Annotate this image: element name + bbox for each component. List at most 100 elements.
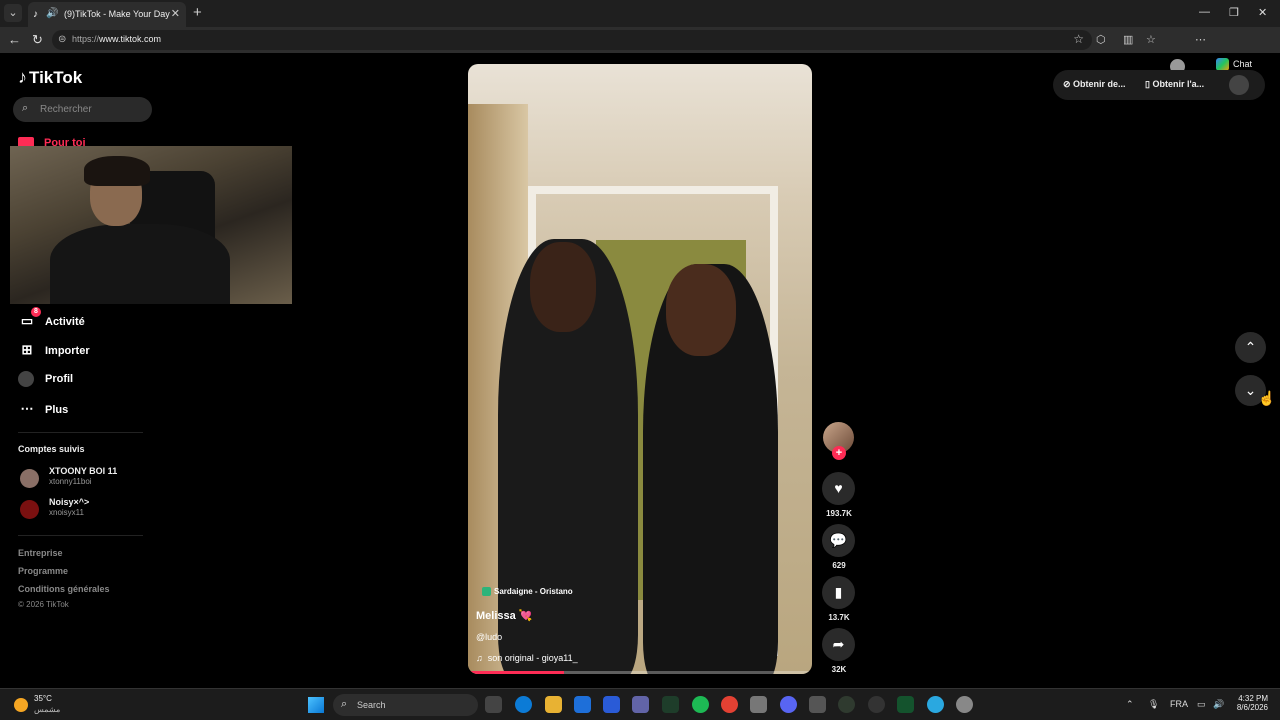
extensions-icon[interactable]: ⬡ (1096, 33, 1106, 46)
network-icon[interactable]: ▭ (1197, 699, 1206, 710)
close-tab-icon[interactable]: ✕ (171, 7, 180, 20)
microphone-icon[interactable]: 🎙 (1148, 699, 1159, 710)
video-sound[interactable]: ♫ son original - gioya11_ (476, 653, 578, 663)
split-screen-icon[interactable]: ▥ (1123, 33, 1133, 46)
bookmark-icon: ▮ (834, 584, 843, 600)
nvidia-icon[interactable] (662, 696, 679, 713)
search-icon: ⌕ (22, 102, 29, 114)
heart-icon: ♥ (834, 480, 843, 496)
windows-taskbar: 35°C مشمس ⌕ Search ⌃ 🎙 FRA ▭ 🔊 4:32 PM 8… (0, 688, 1280, 720)
chevron-down-icon: ⌄ (1244, 382, 1257, 398)
outlook-icon[interactable] (574, 696, 591, 713)
get-app-button[interactable]: ▯ Obtenir l'a... (1145, 79, 1204, 90)
tiktok-logo[interactable]: ♪ TikTok (18, 67, 82, 88)
minimize-button[interactable]: — (1199, 6, 1210, 18)
nav-more[interactable]: ⋯ Plus (18, 401, 69, 417)
nav-activity[interactable]: ▭ 8 Activité (18, 307, 85, 329)
taskbar-search-label: Search (357, 700, 386, 710)
save-button[interactable]: ▮ (822, 576, 855, 609)
video-person-1-head (530, 242, 596, 332)
telegram-icon[interactable] (927, 696, 944, 713)
webcam-overlay (10, 146, 292, 304)
chevron-up-icon: ⌃ (1244, 339, 1257, 355)
audio-playing-icon[interactable]: 🔊 (46, 8, 58, 19)
divider (18, 535, 143, 536)
video-player[interactable]: Sardaigne - Oristano Melissa 💘 @ludo ♫ s… (468, 64, 812, 674)
spotify-icon[interactable] (692, 696, 709, 713)
system-clock[interactable]: 4:32 PM 8/6/2026 (1228, 694, 1268, 712)
video-handle[interactable]: @ludo (476, 632, 502, 642)
address-toolbar: ← ↻ ⊜ https://www.tiktok.com ☆ ⬡ ▥ ☆ ⋯ C… (0, 27, 1280, 74)
video-location[interactable]: Sardaigne - Oristano (482, 587, 573, 597)
share-button[interactable]: ➦ (822, 628, 855, 661)
account-handle: xnoisyx11 (49, 508, 84, 517)
search-input[interactable]: ⌕ Rechercher (13, 97, 152, 122)
address-bar[interactable]: ⊜ https://www.tiktok.com ☆ (52, 30, 1092, 50)
settings-icon[interactable] (956, 696, 973, 713)
temperature: 35°C (34, 694, 52, 703)
close-window-button[interactable]: ✕ (1258, 6, 1267, 19)
volume-icon[interactable]: 🔊 (1213, 699, 1224, 710)
tray-chevron-icon[interactable]: ⌃ (1126, 699, 1134, 710)
calculator-icon[interactable] (750, 696, 767, 713)
user-avatar[interactable] (1229, 75, 1249, 95)
comment-button[interactable]: 💬 (822, 524, 855, 557)
browser-tab[interactable]: ♪ 🔊 (9)TikTok - Make Your Day ✕ (28, 2, 186, 27)
teams-icon[interactable] (632, 696, 649, 713)
store-icon[interactable] (603, 696, 620, 713)
footer-link-company[interactable]: Entreprise (18, 548, 63, 558)
browser-tab-bar: ⌄ ♪ 🔊 (9)TikTok - Make Your Day ✕ + — ❐ … (0, 0, 1280, 27)
video-progress-bar[interactable] (468, 671, 812, 674)
video-author[interactable]: Melissa 💘 (476, 609, 533, 622)
nav-profile[interactable]: Profil (18, 371, 73, 387)
file-explorer-icon[interactable] (545, 696, 562, 713)
profile-label: Profil (45, 372, 74, 385)
activity-label: Activité (45, 316, 85, 328)
more-options-icon[interactable]: ⋯ (1195, 33, 1206, 46)
footer-link-terms[interactable]: Conditions générales (18, 584, 110, 594)
sound-text: son original - gioya11_ (487, 653, 578, 663)
search-placeholder: Rechercher (40, 104, 92, 115)
get-app-label: Obtenir l'a... (1152, 79, 1205, 89)
save-count: 13.7K (828, 613, 850, 622)
person-hair (84, 156, 150, 186)
restore-button[interactable]: ❐ (1229, 6, 1239, 19)
discord-icon[interactable] (780, 696, 797, 713)
chrome-icon[interactable] (721, 696, 738, 713)
refresh-button[interactable]: ↻ (32, 32, 43, 48)
nav-upload[interactable]: ⊞ Importer (18, 342, 90, 358)
back-button[interactable]: ← (8, 32, 21, 47)
video-progress-fill (468, 671, 565, 674)
taskbar-search[interactable]: ⌕ Search (333, 694, 478, 716)
profile-avatar-icon (18, 371, 34, 387)
copyright: © 2026 TikTok (18, 600, 69, 609)
favorite-star-icon[interactable]: ☆ (1073, 32, 1084, 46)
task-view-icon[interactable] (485, 696, 502, 713)
site-info-icon[interactable]: ⊜ (58, 34, 66, 45)
terminal-icon[interactable] (897, 696, 914, 713)
more-icon: ⋯ (20, 401, 34, 416)
location-text: Sardaigne - Oristano (494, 587, 573, 596)
footer-link-program[interactable]: Programme (18, 566, 68, 576)
like-count: 193.7K (826, 509, 852, 518)
tiktok-favicon-icon: ♪ (33, 9, 38, 20)
obs-icon[interactable] (868, 696, 885, 713)
input-language[interactable]: FRA (1170, 699, 1188, 709)
tab-actions-button[interactable]: ⌄ (4, 4, 22, 22)
video-person-2-head (666, 264, 736, 356)
sun-icon (14, 698, 28, 712)
get-coins-button[interactable]: ⊘ Obtenir de... (1063, 79, 1126, 90)
follow-plus-icon[interactable]: + (832, 446, 846, 460)
previous-video-button[interactable]: ⌃ (1235, 332, 1266, 363)
new-tab-button[interactable]: + (193, 4, 202, 21)
more-label: Plus (45, 404, 69, 416)
share-count: 32K (831, 665, 847, 674)
account-name: XTOONY BOI 11 (49, 466, 118, 476)
like-button[interactable]: ♥ (822, 472, 855, 505)
upload-icon: ⊞ (21, 342, 33, 357)
app-icon[interactable] (838, 696, 855, 713)
snipping-tool-icon[interactable] (809, 696, 826, 713)
start-button[interactable] (308, 697, 324, 713)
edge-icon[interactable] (515, 696, 532, 713)
favorites-icon[interactable]: ☆ (1146, 33, 1156, 46)
